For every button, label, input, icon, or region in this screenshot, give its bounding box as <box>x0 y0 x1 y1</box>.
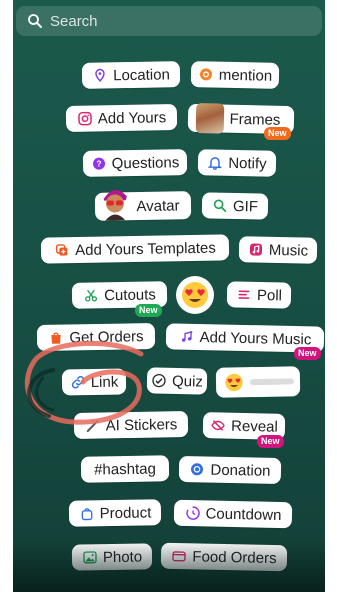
link-sticker[interactable]: Link <box>61 368 127 396</box>
countdown-sticker[interactable]: Countdown <box>173 499 293 529</box>
music-plus-icon <box>181 330 193 342</box>
svg-text:?: ? <box>96 159 101 169</box>
mention-label: mention <box>218 66 273 85</box>
question-icon: ? <box>92 157 105 170</box>
search-icon <box>28 14 42 28</box>
get-orders-sticker[interactable]: Get Orders <box>36 322 156 352</box>
avatar-label: Avatar <box>136 196 180 215</box>
location-label: Location <box>112 65 171 84</box>
gif-search-icon <box>213 199 227 212</box>
donation-label: Donation <box>210 461 271 480</box>
ai-stickers-label: AI Stickers <box>105 415 178 434</box>
reveal-new-badge: New <box>257 435 284 448</box>
hashtag-sticker[interactable]: #hashtag <box>80 455 170 483</box>
location-sticker[interactable]: Location <box>81 61 181 89</box>
avatar-icon <box>104 189 128 221</box>
questions-label: Questions <box>111 153 180 172</box>
ai-stickers-sticker[interactable]: AI Stickers <box>73 411 189 439</box>
frames-label: Frames <box>229 110 281 129</box>
donation-sticker[interactable]: Donation <box>178 455 282 485</box>
camera-icon <box>78 111 92 126</box>
product-bag-icon <box>81 508 93 521</box>
eye-slash-icon <box>211 420 225 431</box>
shopping-bag-icon <box>51 332 62 344</box>
cutouts-new-badge: New <box>135 304 162 317</box>
emoji-reaction-sticker[interactable] <box>176 276 214 314</box>
gif-sticker[interactable]: GIF <box>201 192 269 220</box>
poll-label: Poll <box>256 286 283 304</box>
photo-label: Photo <box>102 547 143 566</box>
frames-photo-thumbnail <box>195 103 224 134</box>
add-yours-label: Add Yours <box>97 108 167 127</box>
check-circle-icon <box>152 373 166 388</box>
magic-wand-icon <box>86 419 99 433</box>
slider-heart-eyes-emoji-icon <box>225 373 243 392</box>
food-orders-sticker[interactable]: Food Orders <box>160 542 288 572</box>
link-label: Link <box>90 373 119 391</box>
music-label: Music <box>268 241 309 260</box>
add-yours-music-new-badge: New <box>294 347 321 360</box>
food-orders-label: Food Orders <box>192 547 277 567</box>
add-yours-music-label: Add Yours Music <box>199 328 312 348</box>
add-yours-templates-label: Add Yours Templates <box>75 239 216 259</box>
get-orders-label: Get Orders <box>69 327 144 346</box>
heart-eyes-emoji-icon <box>182 282 208 308</box>
avatar-sticker[interactable]: Avatar <box>94 189 192 221</box>
music-sticker[interactable]: Music <box>238 236 318 264</box>
music-note-icon <box>249 243 262 256</box>
frames-new-badge: New <box>264 127 291 140</box>
photo-sticker[interactable]: Photo <box>71 543 153 571</box>
sticker-tray: Search Location mention Add Yours Frames… <box>13 0 325 592</box>
template-icon <box>56 244 68 256</box>
reveal-label: Reveal <box>230 417 279 436</box>
quiz-label: Quiz <box>171 372 204 391</box>
image-icon <box>83 551 97 564</box>
notify-label: Notify <box>228 154 267 173</box>
product-label: Product <box>99 503 152 522</box>
link-icon <box>71 376 84 389</box>
hashtag-label: #hashtag <box>93 459 157 479</box>
search-bar[interactable]: Search <box>16 6 322 36</box>
at-sign-icon <box>199 68 212 81</box>
add-yours-templates-sticker[interactable]: Add Yours Templates <box>40 234 230 264</box>
add-yours-sticker[interactable]: Add Yours <box>65 104 178 132</box>
quiz-sticker[interactable]: Quiz <box>146 367 208 395</box>
emoji-slider-sticker[interactable] <box>215 366 301 398</box>
slider-track[interactable] <box>249 378 295 386</box>
countdown-icon <box>185 506 200 520</box>
notify-sticker[interactable]: Notify <box>197 149 277 177</box>
scissors-icon <box>85 289 98 302</box>
questions-sticker[interactable]: ? Questions <box>82 149 188 177</box>
donation-icon <box>191 463 204 476</box>
search-placeholder: Search <box>50 12 98 30</box>
food-orders-icon <box>172 551 187 562</box>
bell-icon <box>208 157 223 170</box>
mention-sticker[interactable]: mention <box>190 61 280 89</box>
poll-sticker[interactable]: Poll <box>226 281 292 309</box>
poll-icon <box>238 290 250 299</box>
cutouts-label: Cutouts <box>103 285 156 304</box>
product-sticker[interactable]: Product <box>68 499 162 527</box>
countdown-label: Countdown <box>205 504 282 524</box>
gif-label: GIF <box>232 197 259 215</box>
location-pin-icon <box>95 68 105 82</box>
